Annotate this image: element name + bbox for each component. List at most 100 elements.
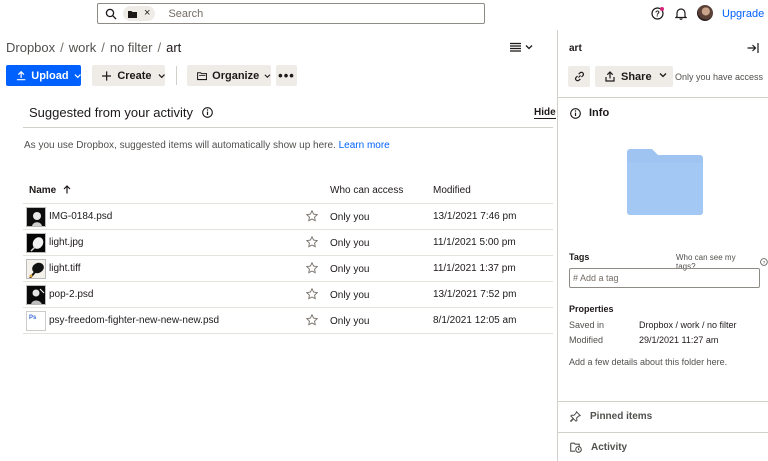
bell-icon[interactable]: [675, 7, 687, 20]
divider: [23, 127, 553, 128]
suggested-message: As you use Dropbox, suggested items will…: [24, 140, 390, 151]
top-bar: × Search ? Upgrade: [0, 0, 768, 30]
toolbar-divider: [176, 66, 177, 85]
plus-icon: [102, 70, 112, 81]
panel-title: art: [569, 43, 582, 54]
access-value: Only you: [330, 238, 370, 249]
activity-icon: [570, 442, 582, 453]
breadcrumb: Dropbox / work / no filter / art: [6, 40, 181, 55]
view-options-button[interactable]: [510, 42, 533, 52]
access-summary: Only you have access: [675, 72, 764, 82]
modified-value: 13/1/2021 7:46 pm: [433, 211, 517, 222]
copy-link-button[interactable]: [568, 66, 590, 87]
chevron-down-icon: [158, 73, 165, 78]
table-row[interactable]: light.jpg Only you 11/1/2021 5:00 pm: [23, 230, 553, 256]
pinned-items-label: Pinned items: [590, 411, 653, 422]
table-row[interactable]: pop-2.psd Only you 13/1/2021 7:52 pm: [23, 282, 553, 308]
organize-label: Organize: [212, 69, 260, 82]
upgrade-link[interactable]: Upgrade: [722, 8, 764, 20]
table-row[interactable]: IMG-0184.psd Only you 13/1/2021 7:46 pm: [23, 204, 553, 230]
search-bar[interactable]: × Search: [97, 3, 485, 24]
star-icon[interactable]: [306, 288, 318, 300]
column-access-label[interactable]: Who can access: [330, 185, 403, 196]
details-panel: art Share Only you have access Info Tags…: [557, 30, 768, 461]
breadcrumb-item-work[interactable]: work: [69, 40, 96, 55]
file-name[interactable]: light.jpg: [49, 237, 83, 248]
search-icon: [105, 8, 117, 19]
upload-button[interactable]: Upload: [6, 65, 81, 86]
column-modified-label[interactable]: Modified: [433, 185, 471, 196]
suggested-title: Suggested from your activity: [29, 105, 194, 120]
star-icon[interactable]: [306, 236, 318, 248]
svg-text:?: ?: [655, 9, 660, 18]
star-icon[interactable]: [306, 314, 318, 326]
create-label: Create: [117, 69, 152, 82]
info-icon[interactable]: [202, 107, 213, 118]
table-row[interactable]: Ps psy-freedom-fighter-new-new-new.psd O…: [23, 308, 553, 334]
organize-button[interactable]: Organize: [187, 65, 271, 86]
access-value: Only you: [330, 264, 370, 275]
divider: [558, 432, 768, 433]
psd-file-icon: Ps: [26, 311, 46, 331]
learn-more-link[interactable]: Learn more: [339, 140, 390, 151]
file-name[interactable]: pop-2.psd: [49, 289, 93, 300]
image-thumbnail: [26, 233, 46, 253]
chevron-down-icon: [264, 73, 271, 78]
share-label: Share: [621, 70, 652, 83]
share-button[interactable]: Share: [595, 66, 673, 87]
chevron-down-icon: [74, 73, 81, 78]
star-icon[interactable]: [306, 210, 318, 222]
modified-value: 11/1/2021 5:00 pm: [433, 237, 516, 248]
breadcrumb-item-no-filter[interactable]: no filter: [110, 40, 153, 55]
sort-by-name-button[interactable]: Name: [29, 185, 71, 196]
breadcrumb-item-art: art: [166, 40, 182, 55]
modified-value: 11/1/2021 1:37 pm: [433, 263, 516, 274]
remove-filter-icon[interactable]: ×: [144, 8, 150, 19]
image-thumbnail: [26, 259, 46, 279]
modified-value: 8/1/2021 12:05 am: [433, 315, 517, 326]
suggested-heading: Suggested from your activity: [29, 105, 213, 120]
tags-label: Tags: [569, 252, 590, 262]
file-name[interactable]: IMG-0184.psd: [49, 211, 112, 222]
activity-label: Activity: [591, 442, 628, 453]
hide-suggestions-button[interactable]: Hide: [534, 107, 556, 119]
pinned-items-section[interactable]: Pinned items: [570, 411, 652, 422]
file-list: IMG-0184.psd Only you 13/1/2021 7:46 pm …: [23, 204, 553, 334]
add-tag-input[interactable]: # Add a tag: [569, 268, 760, 288]
modified-value: 29/1/2021 11:27 am: [639, 335, 719, 345]
more-actions-button[interactable]: •••: [276, 65, 297, 86]
upload-label: Upload: [31, 69, 69, 82]
help-icon[interactable]: ?: [651, 7, 664, 20]
activity-section[interactable]: Activity: [570, 442, 627, 453]
create-button[interactable]: Create: [92, 65, 165, 86]
add-details-link[interactable]: Add a few details about this folder here…: [569, 357, 727, 367]
image-thumbnail: [26, 207, 46, 227]
collapse-panel-icon[interactable]: [747, 42, 759, 54]
avatar[interactable]: [697, 5, 713, 21]
column-name-label: Name: [29, 185, 57, 196]
folder-stack-icon: [197, 71, 208, 80]
pin-icon: [570, 411, 581, 422]
chevron-down-icon[interactable]: [659, 72, 667, 78]
breadcrumb-separator: /: [60, 40, 64, 55]
image-thumbnail: [26, 285, 46, 305]
arrow-up-icon: [63, 185, 71, 194]
divider: [558, 97, 768, 98]
table-row[interactable]: light.tiff Only you 11/1/2021 1:37 pm: [23, 256, 553, 282]
saved-in-value[interactable]: Dropbox / work / no filter: [639, 320, 737, 330]
access-value: Only you: [330, 290, 370, 301]
access-value: Only you: [330, 212, 370, 223]
upload-icon: [16, 70, 26, 81]
modified-value: 13/1/2021 7:52 pm: [433, 289, 517, 300]
folder-filter-chip[interactable]: ×: [123, 6, 156, 21]
saved-in-label: Saved in: [569, 320, 605, 330]
folder-icon: [128, 10, 137, 18]
info-label: Info: [589, 107, 610, 119]
search-input[interactable]: Search: [168, 8, 203, 20]
file-name[interactable]: light.tiff: [49, 263, 81, 274]
file-name[interactable]: psy-freedom-fighter-new-new-new.psd: [49, 315, 219, 326]
breadcrumb-item-dropbox[interactable]: Dropbox: [6, 40, 55, 55]
breadcrumb-separator: /: [157, 40, 162, 55]
link-icon: [574, 71, 584, 82]
star-icon[interactable]: [306, 262, 318, 274]
